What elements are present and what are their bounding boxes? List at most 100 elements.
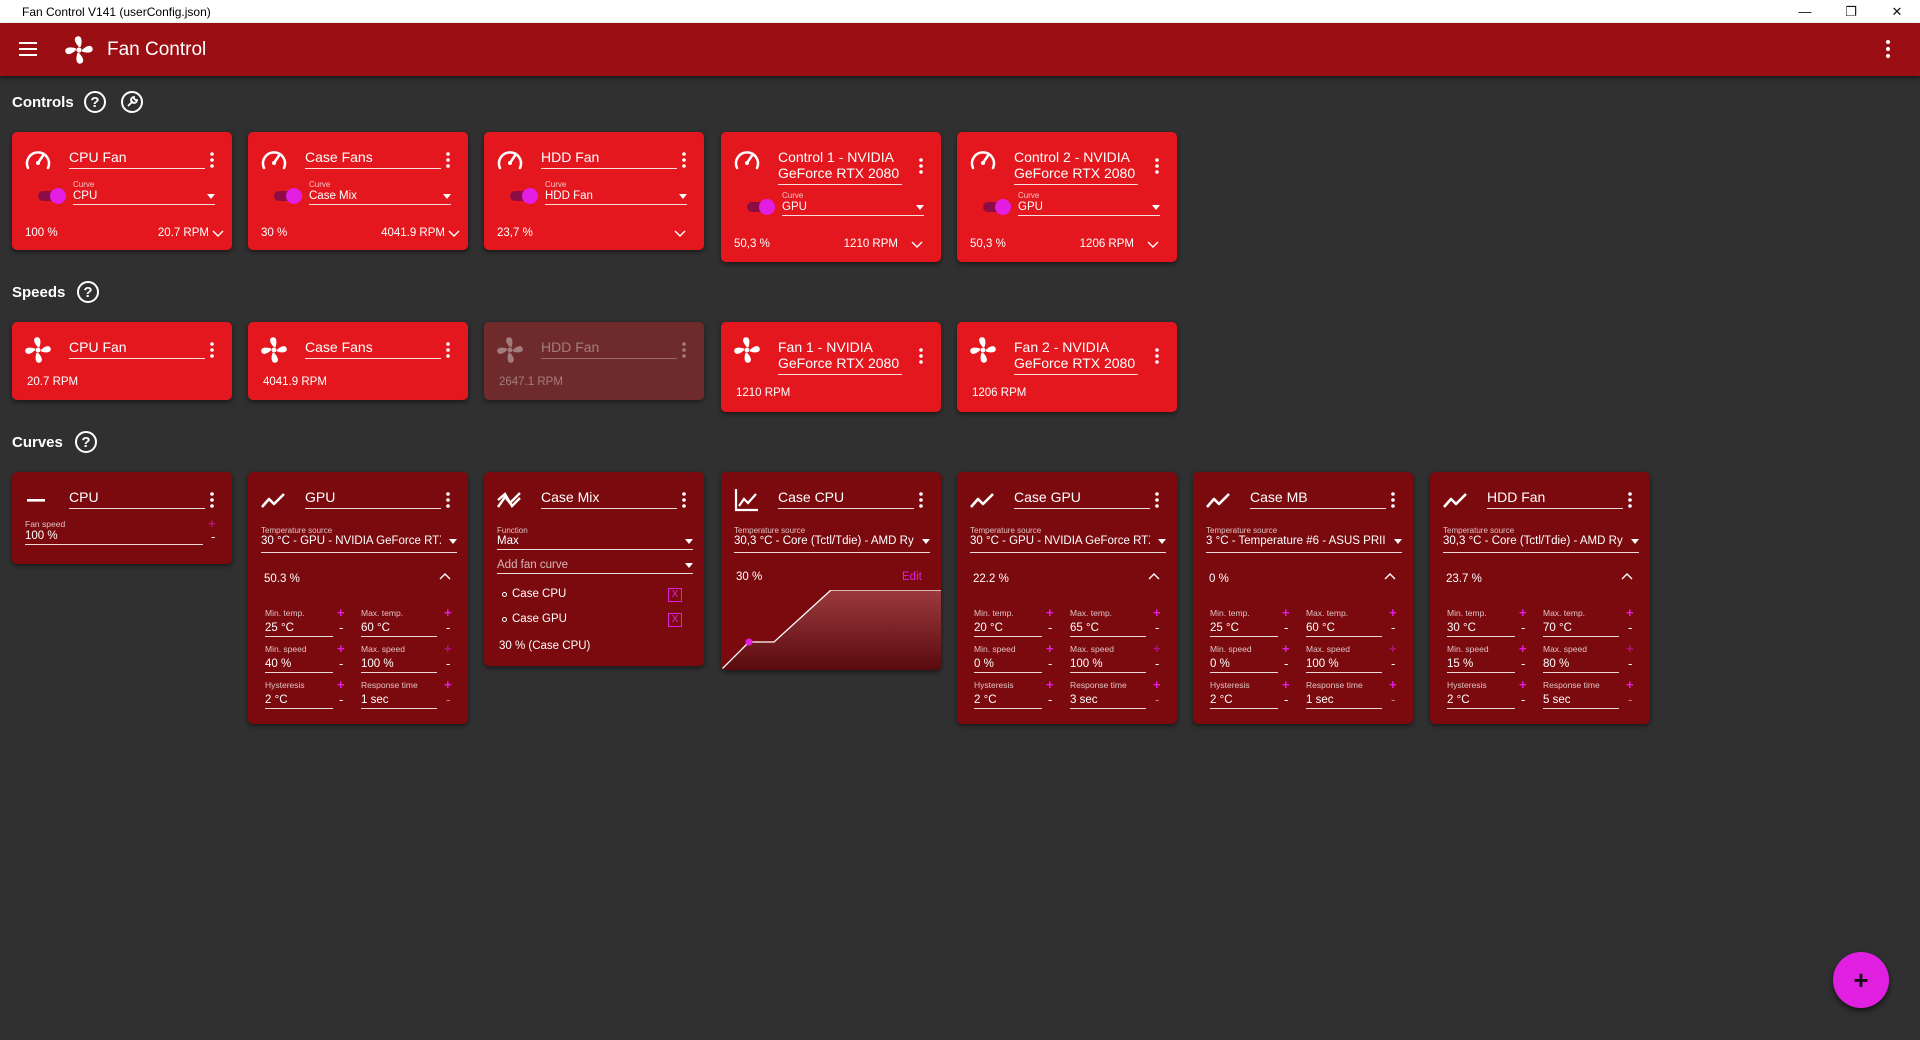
max-speed-field[interactable]: 100 %	[1306, 658, 1382, 673]
card-menu-icon[interactable]	[444, 341, 452, 359]
remove-item-button[interactable]: X	[668, 613, 682, 627]
min-speed-plus[interactable]: +	[1519, 642, 1527, 655]
max-speed-plus[interactable]: +	[1389, 642, 1397, 655]
response-time-plus[interactable]: +	[444, 678, 452, 691]
max-temp-field[interactable]: 60 °C	[1306, 622, 1382, 637]
card-menu-icon[interactable]	[1389, 491, 1397, 509]
card-menu-icon[interactable]	[444, 491, 452, 509]
fan-speed-field[interactable]: 100 %	[25, 530, 203, 545]
curve-name[interactable]: Case CPU	[778, 489, 914, 509]
response-time-field[interactable]: 1 sec	[1306, 694, 1382, 709]
card-menu-icon[interactable]	[680, 341, 688, 359]
card-menu-icon[interactable]	[1153, 491, 1161, 509]
card-menu-icon[interactable]	[208, 151, 216, 169]
max-temp-minus[interactable]: -	[446, 621, 450, 634]
temperature-source-select[interactable]: 30,3 °C - Core (Tctl/Tdie) - AMD Ry	[734, 535, 930, 553]
response-time-minus[interactable]: -	[1628, 693, 1632, 706]
min-temp-plus[interactable]: +	[1519, 606, 1527, 619]
chevron-up-icon[interactable]	[1621, 572, 1633, 580]
min-temp-minus[interactable]: -	[339, 621, 343, 634]
card-menu-icon[interactable]	[1153, 157, 1161, 175]
hysteresis-field[interactable]: 2 °C	[1447, 694, 1515, 709]
min-speed-field[interactable]: 40 %	[265, 658, 333, 673]
max-temp-plus[interactable]: +	[444, 606, 452, 619]
control-name[interactable]: Control 1 - NVIDIA GeForce RTX 2080	[778, 149, 902, 185]
response-time-plus[interactable]: +	[1389, 678, 1397, 691]
hysteresis-plus[interactable]: +	[1046, 678, 1054, 691]
response-time-field[interactable]: 3 sec	[1070, 694, 1146, 709]
curve-graph[interactable]	[721, 590, 941, 670]
max-temp-plus[interactable]: +	[1389, 606, 1397, 619]
control-toggle[interactable]	[274, 188, 302, 204]
min-temp-field[interactable]: 25 °C	[265, 622, 333, 637]
card-menu-icon[interactable]	[208, 341, 216, 359]
curve-name[interactable]: CPU	[69, 489, 205, 509]
max-speed-plus[interactable]: +	[1626, 642, 1634, 655]
minimize-icon[interactable]: —	[1782, 0, 1828, 23]
card-menu-icon[interactable]	[444, 151, 452, 169]
temperature-source-select[interactable]: 30 °C - GPU - NVIDIA GeForce RTX	[261, 535, 457, 553]
temperature-source-select[interactable]: 30 °C - GPU - NVIDIA GeForce RTX	[970, 535, 1166, 553]
card-menu-icon[interactable]	[1153, 347, 1161, 365]
curve-select[interactable]: Case Mix	[309, 190, 451, 205]
edit-button[interactable]: Edit	[902, 571, 922, 583]
max-speed-minus[interactable]: -	[446, 657, 450, 670]
min-temp-minus[interactable]: -	[1048, 621, 1052, 634]
max-speed-field[interactable]: 100 %	[1070, 658, 1146, 673]
close-icon[interactable]: ✕	[1874, 0, 1920, 23]
curve-name[interactable]: Case MB	[1250, 489, 1386, 509]
max-speed-field[interactable]: 100 %	[361, 658, 437, 673]
card-menu-icon[interactable]	[1626, 491, 1634, 509]
max-temp-field[interactable]: 65 °C	[1070, 622, 1146, 637]
response-time-field[interactable]: 1 sec	[361, 694, 437, 709]
curve-name[interactable]: Case GPU	[1014, 489, 1150, 509]
max-temp-minus[interactable]: -	[1391, 621, 1395, 634]
min-speed-minus[interactable]: -	[1048, 657, 1052, 670]
min-temp-plus[interactable]: +	[337, 606, 345, 619]
max-speed-minus[interactable]: -	[1391, 657, 1395, 670]
curve-select[interactable]: GPU	[1018, 201, 1160, 216]
curves-help-icon[interactable]: ?	[75, 431, 97, 453]
min-temp-field[interactable]: 30 °C	[1447, 622, 1515, 637]
add-button[interactable]: +	[1833, 952, 1889, 1008]
hysteresis-plus[interactable]: +	[1282, 678, 1290, 691]
response-time-plus[interactable]: +	[1626, 678, 1634, 691]
min-temp-plus[interactable]: +	[1046, 606, 1054, 619]
curve-select[interactable]: GPU	[782, 201, 924, 216]
max-speed-minus[interactable]: -	[1628, 657, 1632, 670]
control-toggle[interactable]	[510, 188, 538, 204]
control-name[interactable]: CPU Fan	[69, 149, 205, 169]
min-speed-field[interactable]: 15 %	[1447, 658, 1515, 673]
hamburger-menu-icon[interactable]	[18, 39, 40, 59]
min-temp-field[interactable]: 20 °C	[974, 622, 1042, 637]
hysteresis-minus[interactable]: -	[1284, 693, 1288, 706]
max-speed-minus[interactable]: -	[1155, 657, 1159, 670]
hysteresis-minus[interactable]: -	[1521, 693, 1525, 706]
hysteresis-field[interactable]: 2 °C	[974, 694, 1042, 709]
function-select[interactable]: Max	[497, 535, 693, 550]
max-temp-minus[interactable]: -	[1155, 621, 1159, 634]
hysteresis-field[interactable]: 2 °C	[265, 694, 333, 709]
max-temp-plus[interactable]: +	[1153, 606, 1161, 619]
min-speed-minus[interactable]: -	[1521, 657, 1525, 670]
wrench-icon[interactable]	[121, 91, 143, 113]
min-speed-field[interactable]: 0 %	[974, 658, 1042, 673]
response-time-minus[interactable]: -	[1391, 693, 1395, 706]
card-menu-icon[interactable]	[680, 151, 688, 169]
curve-select[interactable]: CPU	[73, 190, 215, 205]
hysteresis-minus[interactable]: -	[1048, 693, 1052, 706]
control-toggle[interactable]	[983, 199, 1011, 215]
restore-icon[interactable]: ❐	[1828, 0, 1874, 23]
max-temp-plus[interactable]: +	[1626, 606, 1634, 619]
chevron-up-icon[interactable]	[1384, 572, 1396, 580]
card-menu-icon[interactable]	[917, 347, 925, 365]
card-menu-icon[interactable]	[680, 491, 688, 509]
min-speed-minus[interactable]: -	[1284, 657, 1288, 670]
speed-name[interactable]: HDD Fan	[541, 339, 677, 359]
chevron-down-icon[interactable]	[448, 230, 460, 238]
response-time-plus[interactable]: +	[1153, 678, 1161, 691]
hysteresis-plus[interactable]: +	[337, 678, 345, 691]
controls-help-icon[interactable]: ?	[84, 91, 106, 113]
temperature-source-select[interactable]: 3 °C - Temperature #6 - ASUS PRII	[1206, 535, 1402, 553]
response-time-minus[interactable]: -	[1155, 693, 1159, 706]
